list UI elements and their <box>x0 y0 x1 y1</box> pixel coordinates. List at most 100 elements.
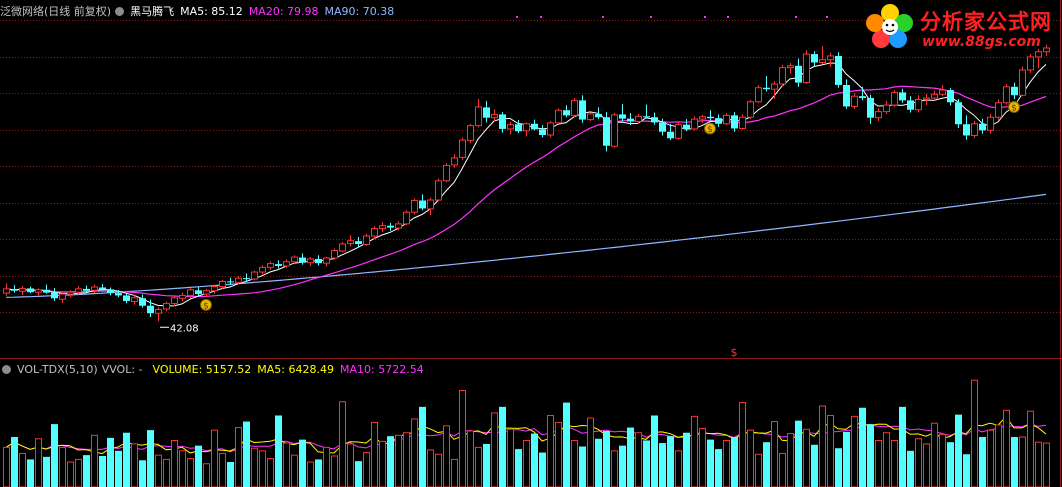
volume-bar-down[interactable] <box>603 431 610 487</box>
volume-bar-down[interactable] <box>355 461 362 487</box>
volume-bar-up[interactable] <box>347 443 354 487</box>
volume-bar-up[interactable] <box>435 453 442 487</box>
volume-bar-down[interactable] <box>715 449 722 487</box>
candle-body-down[interactable] <box>715 118 722 124</box>
volume-bar-down[interactable] <box>963 454 970 487</box>
candle-body-up[interactable] <box>915 98 922 111</box>
candle-body-up[interactable] <box>523 123 530 132</box>
volume-bar-up[interactable] <box>755 453 762 487</box>
volume-bar-down[interactable] <box>763 442 770 487</box>
candle-body-up[interactable] <box>739 116 746 129</box>
volume-bar-down[interactable] <box>51 424 58 487</box>
candle-body-up[interactable] <box>451 157 458 166</box>
volume-bar-up[interactable] <box>259 450 266 487</box>
candle-body-up[interactable] <box>787 65 794 69</box>
volume-bar-down[interactable] <box>731 437 738 487</box>
volume-bar-up[interactable] <box>923 443 930 487</box>
candle-body-down[interactable] <box>147 305 154 314</box>
volume-bar-up[interactable] <box>211 429 218 487</box>
volume-bar-up[interactable] <box>995 424 1002 487</box>
candle-body-down[interactable] <box>275 264 282 266</box>
volume-bar-down[interactable] <box>99 455 106 487</box>
volume-bar-down[interactable] <box>947 442 954 487</box>
volume-bar-up[interactable] <box>323 446 330 487</box>
volume-bar-down[interactable] <box>907 450 914 487</box>
candle-body-up[interactable] <box>347 240 354 245</box>
volume-bar-down[interactable] <box>227 462 234 487</box>
volume-bar-down[interactable] <box>243 421 250 487</box>
candle-body-down[interactable] <box>579 100 586 120</box>
volume-bar-up[interactable] <box>75 458 82 487</box>
candle-body-up[interactable] <box>1003 86 1010 104</box>
candle-body-up[interactable] <box>291 256 298 263</box>
volume-bar-up[interactable] <box>267 458 274 487</box>
volume-bar-down[interactable] <box>811 444 818 487</box>
volume-bar-up[interactable] <box>203 463 210 487</box>
volume-bar-down[interactable] <box>619 445 626 487</box>
volume-bar-up[interactable] <box>475 446 482 487</box>
volume-bar-up[interactable] <box>611 450 618 487</box>
candle-body-up[interactable] <box>211 286 218 292</box>
candle-body-up[interactable] <box>467 125 474 142</box>
volume-bar-down[interactable] <box>659 443 666 487</box>
candle-body-down[interactable] <box>683 124 690 129</box>
stock-title[interactable]: 泛微网络(日线 前复权) <box>0 5 111 18</box>
candle-body-up[interactable] <box>59 293 66 300</box>
candle-body-down[interactable] <box>43 289 50 293</box>
volume-bar-up[interactable] <box>467 430 474 487</box>
candle-body-up[interactable] <box>555 109 562 124</box>
volume-bar-up[interactable] <box>803 428 810 487</box>
candle-body-up[interactable] <box>379 225 386 230</box>
volume-bar-down[interactable] <box>139 460 146 487</box>
volume-bar-up[interactable] <box>403 432 410 487</box>
candle-body-up[interactable] <box>771 83 778 90</box>
candle-body-up[interactable] <box>427 199 434 210</box>
volume-bar-up[interactable] <box>779 452 786 487</box>
candle-body-up[interactable] <box>891 91 898 106</box>
candle-body-down[interactable] <box>811 54 818 63</box>
volume-bar-up[interactable] <box>827 414 834 487</box>
candle-body-up[interactable] <box>411 199 418 213</box>
volume-bar-down[interactable] <box>115 450 122 487</box>
candle-body-down[interactable] <box>643 116 650 118</box>
candle-body-down[interactable] <box>355 241 362 244</box>
candle-body-down[interactable] <box>947 90 954 103</box>
volume-bar-up[interactable] <box>379 440 386 487</box>
volume-bar-up[interactable] <box>427 449 434 487</box>
candle-body-up[interactable] <box>587 113 594 121</box>
candle-body-down[interactable] <box>667 131 674 139</box>
volume-bar-up[interactable] <box>19 452 26 487</box>
candle-body-down[interactable] <box>867 98 874 118</box>
volume-bar-up[interactable] <box>3 446 10 487</box>
candle-body-down[interactable] <box>27 288 34 293</box>
candle-body-up[interactable] <box>371 228 378 237</box>
volume-bar-up[interactable] <box>67 461 74 487</box>
candle-body-up[interactable] <box>235 277 242 283</box>
candle-body-up[interactable] <box>435 180 442 201</box>
volume-bar-down[interactable] <box>299 439 306 487</box>
volume-bar-down[interactable] <box>123 432 130 487</box>
volume-bar-up[interactable] <box>635 432 642 487</box>
candle-body-up[interactable] <box>491 113 498 119</box>
volume-bar-up[interactable] <box>915 438 922 487</box>
volume-bar-up[interactable] <box>291 454 298 487</box>
candle-body-up[interactable] <box>331 250 338 259</box>
candle-body-up[interactable] <box>459 139 466 158</box>
volume-bar-up[interactable] <box>131 443 138 487</box>
volume-bar-up[interactable] <box>747 429 754 487</box>
candle-body-down[interactable] <box>835 55 842 85</box>
candle-body-down[interactable] <box>51 292 58 299</box>
volume-bars[interactable] <box>3 379 1050 487</box>
candle-body-up[interactable] <box>443 164 450 182</box>
candle-body-up[interactable] <box>827 55 834 61</box>
volume-bar-down[interactable] <box>419 406 426 487</box>
candle-body-up[interactable] <box>187 289 194 296</box>
candle-body-down[interactable] <box>651 117 658 123</box>
volume-bar-down[interactable] <box>315 459 322 487</box>
candle-body-down[interactable] <box>707 116 714 119</box>
volume-bar-down[interactable] <box>979 437 986 487</box>
candle-body-down[interactable] <box>563 110 570 116</box>
candle-body-up[interactable] <box>883 104 890 113</box>
volume-bar-up[interactable] <box>331 455 338 487</box>
candle-body-up[interactable] <box>283 261 290 267</box>
